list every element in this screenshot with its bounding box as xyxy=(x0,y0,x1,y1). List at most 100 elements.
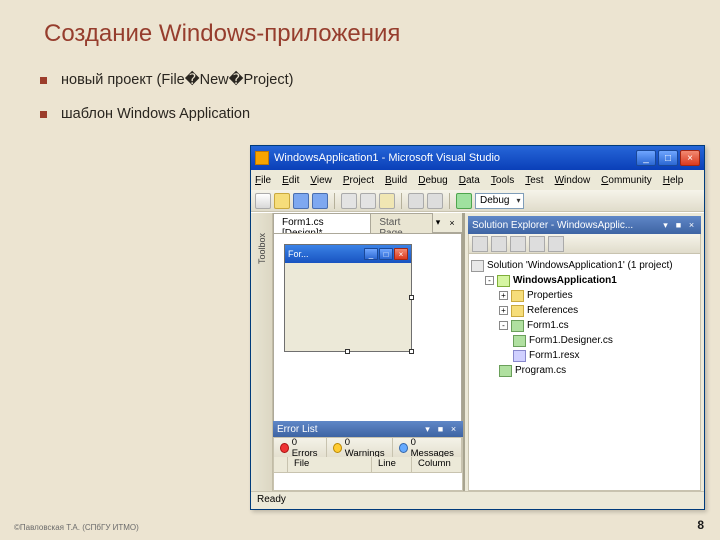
resize-handle-icon[interactable] xyxy=(409,349,414,354)
toolbox-tab[interactable]: Toolbox xyxy=(257,233,267,264)
menu-file[interactable]: File xyxy=(255,175,271,186)
menu-edit[interactable]: Edit xyxy=(282,175,299,186)
redo-icon[interactable] xyxy=(427,193,443,209)
window-title: WindowsApplication1 - Microsoft Visual S… xyxy=(274,152,636,164)
error-list-body[interactable] xyxy=(273,473,463,491)
tree-label: WindowsApplication1 xyxy=(513,275,617,286)
window-titlebar[interactable]: WindowsApplication1 - Microsoft Visual S… xyxy=(251,146,704,170)
form-minimize-button[interactable]: _ xyxy=(364,248,378,260)
panel-title: Solution Explorer - WindowsApplic... xyxy=(472,220,658,231)
tree-project-node[interactable]: - WindowsApplication1 xyxy=(471,273,698,288)
properties-icon[interactable] xyxy=(472,236,488,252)
tree-label: Form1.Designer.cs xyxy=(529,335,613,346)
menu-window[interactable]: Window xyxy=(555,175,591,186)
bullet-list: новый проект (File�New�Project) шаблон W… xyxy=(40,72,293,140)
designer-form[interactable]: For... _ □ × xyxy=(284,244,412,352)
class-view-icon[interactable] xyxy=(548,236,564,252)
window-controls: _ □ × xyxy=(636,150,700,166)
pin-icon[interactable]: ■ xyxy=(673,220,684,231)
tree-collapse-icon[interactable]: - xyxy=(485,276,494,285)
dropdown-icon[interactable]: ▾ xyxy=(660,220,671,231)
save-icon[interactable] xyxy=(293,193,309,209)
col-icon[interactable] xyxy=(274,457,288,472)
menu-test[interactable]: Test xyxy=(525,175,543,186)
tab-form-designer[interactable]: Form1.cs [Design]* xyxy=(273,213,371,233)
folder-icon xyxy=(511,290,524,302)
col-column[interactable]: Column xyxy=(412,457,462,472)
menu-project[interactable]: Project xyxy=(343,175,374,186)
tree-solution-node[interactable]: Solution 'WindowsApplication1' (1 projec… xyxy=(471,258,698,273)
bullet-marker-icon xyxy=(40,77,47,84)
menu-view[interactable]: View xyxy=(310,175,332,186)
bullet-item: новый проект (File�New�Project) xyxy=(40,72,293,88)
undo-icon[interactable] xyxy=(408,193,424,209)
cut-icon[interactable] xyxy=(341,193,357,209)
resize-handle-icon[interactable] xyxy=(345,349,350,354)
form-close-button[interactable]: × xyxy=(394,248,408,260)
pin-icon[interactable]: ■ xyxy=(435,424,446,434)
panel-titlebar[interactable]: Error List ▾ ■ × xyxy=(273,421,463,437)
tree-label: Solution 'WindowsApplication1' (1 projec… xyxy=(487,260,673,271)
tree-collapse-icon[interactable]: - xyxy=(499,321,508,330)
maximize-button[interactable]: □ xyxy=(658,150,678,166)
document-tabs: Form1.cs [Design]* Start Page ▾ × xyxy=(273,213,462,233)
cs-file-icon xyxy=(499,365,512,377)
form-title: For... xyxy=(288,249,363,259)
close-icon[interactable]: × xyxy=(686,220,697,231)
menu-data[interactable]: Data xyxy=(459,175,480,186)
close-button[interactable]: × xyxy=(680,150,700,166)
status-bar: Ready xyxy=(251,491,704,509)
bullet-item: шаблон Windows Application xyxy=(40,106,293,122)
open-icon[interactable] xyxy=(274,193,290,209)
panel-titlebar[interactable]: Solution Explorer - WindowsApplic... ▾ ■… xyxy=(468,216,701,234)
tree-properties-node[interactable]: + Properties xyxy=(471,288,698,303)
close-icon[interactable]: × xyxy=(448,424,459,434)
copy-icon[interactable] xyxy=(360,193,376,209)
messages-tab[interactable]: 0 Messages xyxy=(393,438,462,457)
minimize-button[interactable]: _ xyxy=(636,150,656,166)
show-all-icon[interactable] xyxy=(491,236,507,252)
tab-close-icon[interactable]: × xyxy=(446,217,458,229)
dropdown-icon[interactable]: ▾ xyxy=(422,424,433,435)
tree-references-node[interactable]: + References xyxy=(471,303,698,318)
menu-debug[interactable]: Debug xyxy=(418,175,447,186)
config-dropdown[interactable]: Debug xyxy=(475,193,524,209)
tab-label: 0 Warnings xyxy=(345,437,386,459)
menu-help[interactable]: Help xyxy=(663,175,684,186)
menu-build[interactable]: Build xyxy=(385,175,407,186)
tree-program-node[interactable]: Program.cs xyxy=(471,363,698,378)
tree-expand-icon[interactable]: + xyxy=(499,291,508,300)
save-all-icon[interactable] xyxy=(312,193,328,209)
warnings-tab[interactable]: 0 Warnings xyxy=(327,438,393,457)
paste-icon[interactable] xyxy=(379,193,395,209)
tree-expand-icon[interactable]: + xyxy=(499,306,508,315)
menu-community[interactable]: Community xyxy=(601,175,652,186)
tree-label: References xyxy=(527,305,578,316)
tree-form-node[interactable]: - Form1.cs xyxy=(471,318,698,333)
new-project-icon[interactable] xyxy=(255,193,271,209)
error-list-panel: Error List ▾ ■ × 0 Errors 0 Warnings 0 M… xyxy=(273,421,463,491)
menu-tools[interactable]: Tools xyxy=(491,175,514,186)
form-maximize-button[interactable]: □ xyxy=(379,248,393,260)
resize-handle-icon[interactable] xyxy=(409,295,414,300)
col-line[interactable]: Line xyxy=(372,457,412,472)
app-icon xyxy=(255,151,269,165)
tree-designer-node[interactable]: Form1.Designer.cs xyxy=(471,333,698,348)
form-titlebar[interactable]: For... _ □ × xyxy=(285,245,411,263)
tree-label: Program.cs xyxy=(515,365,566,376)
refresh-icon[interactable] xyxy=(510,236,526,252)
view-code-icon[interactable] xyxy=(529,236,545,252)
page-number: 8 xyxy=(697,518,704,532)
tab-start-page[interactable]: Start Page xyxy=(370,213,433,233)
tree-resx-node[interactable]: Form1.resx xyxy=(471,348,698,363)
toolbar-separator xyxy=(401,193,402,209)
left-dock: Toolbox xyxy=(251,213,273,491)
copyright: ©Павловская Т.А. (СПбГУ ИТМО) xyxy=(14,523,139,532)
solution-tree[interactable]: Solution 'WindowsApplication1' (1 projec… xyxy=(468,254,701,491)
col-file[interactable]: File xyxy=(288,457,372,472)
tab-dropdown-icon[interactable]: ▾ xyxy=(432,217,444,229)
toolbar-separator xyxy=(449,193,450,209)
slide-title: Создание Windows-приложения xyxy=(44,20,400,48)
start-debug-icon[interactable] xyxy=(456,193,472,209)
errors-tab[interactable]: 0 Errors xyxy=(274,438,327,457)
